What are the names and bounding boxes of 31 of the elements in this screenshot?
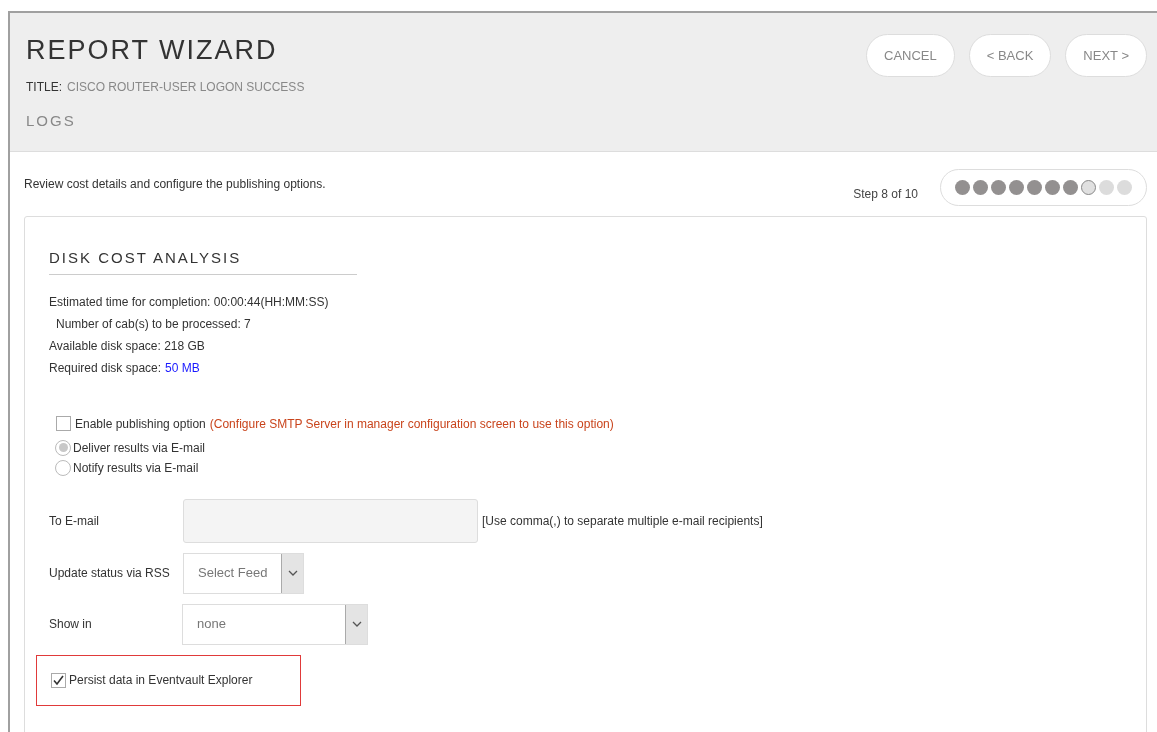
detail-value: 50 MB [165,359,200,377]
field-label: Show in [49,616,93,633]
field-label: To E-mail [49,512,100,530]
category-label: LOGS [26,111,77,131]
radio-label: Notify results via E-mail [73,459,199,477]
email-field[interactable] [183,498,478,543]
section-title: DISK COST ANALYSIS [49,247,357,275]
title-label: TITLE: [26,79,62,96]
radio-label: Deliver results via E-mail [73,439,206,457]
detail-text: Estimated time for completion: 00:00:44(HH:MM:SS) [49,293,329,311]
detail-text: Number of cab(s) to be processed: 7 [55,315,251,333]
detail-text: Available disk space: 218 GB [49,337,205,355]
option-label: Persist data in Eventvault Explorer [69,672,253,689]
radio-button[interactable] [55,439,71,456]
field-label: Update status via RSS [49,565,171,582]
feed-dropdown[interactable]: Select Feed [183,552,305,594]
email-hint: [Use comma(,) to separate multiple e-mail recipients] [482,512,763,530]
radio-button[interactable] [55,459,71,476]
instructions-text: Review cost details and configure the publishing options. [24,176,326,193]
step-label: Step 8 of 10 [853,185,918,203]
wizard-button[interactable]: < BACK [968,34,1052,77]
report-title: CISCO ROUTER-USER LOGON SUCCESS [67,79,305,96]
detail-text: Required disk space: [49,359,162,377]
show-in-dropdown[interactable]: none [182,603,368,645]
checkbox[interactable] [56,416,71,431]
wizard-button[interactable]: NEXT > [1065,34,1147,77]
wizard-title: REPORT WIZARD [26,37,279,64]
option-label: Enable publishing option [75,415,206,433]
checkbox[interactable] [51,672,66,688]
smtp-note: (Configure SMTP Server in manager configuration screen to use this option) [209,415,614,433]
wizard-button[interactable]: CANCEL [866,34,955,77]
